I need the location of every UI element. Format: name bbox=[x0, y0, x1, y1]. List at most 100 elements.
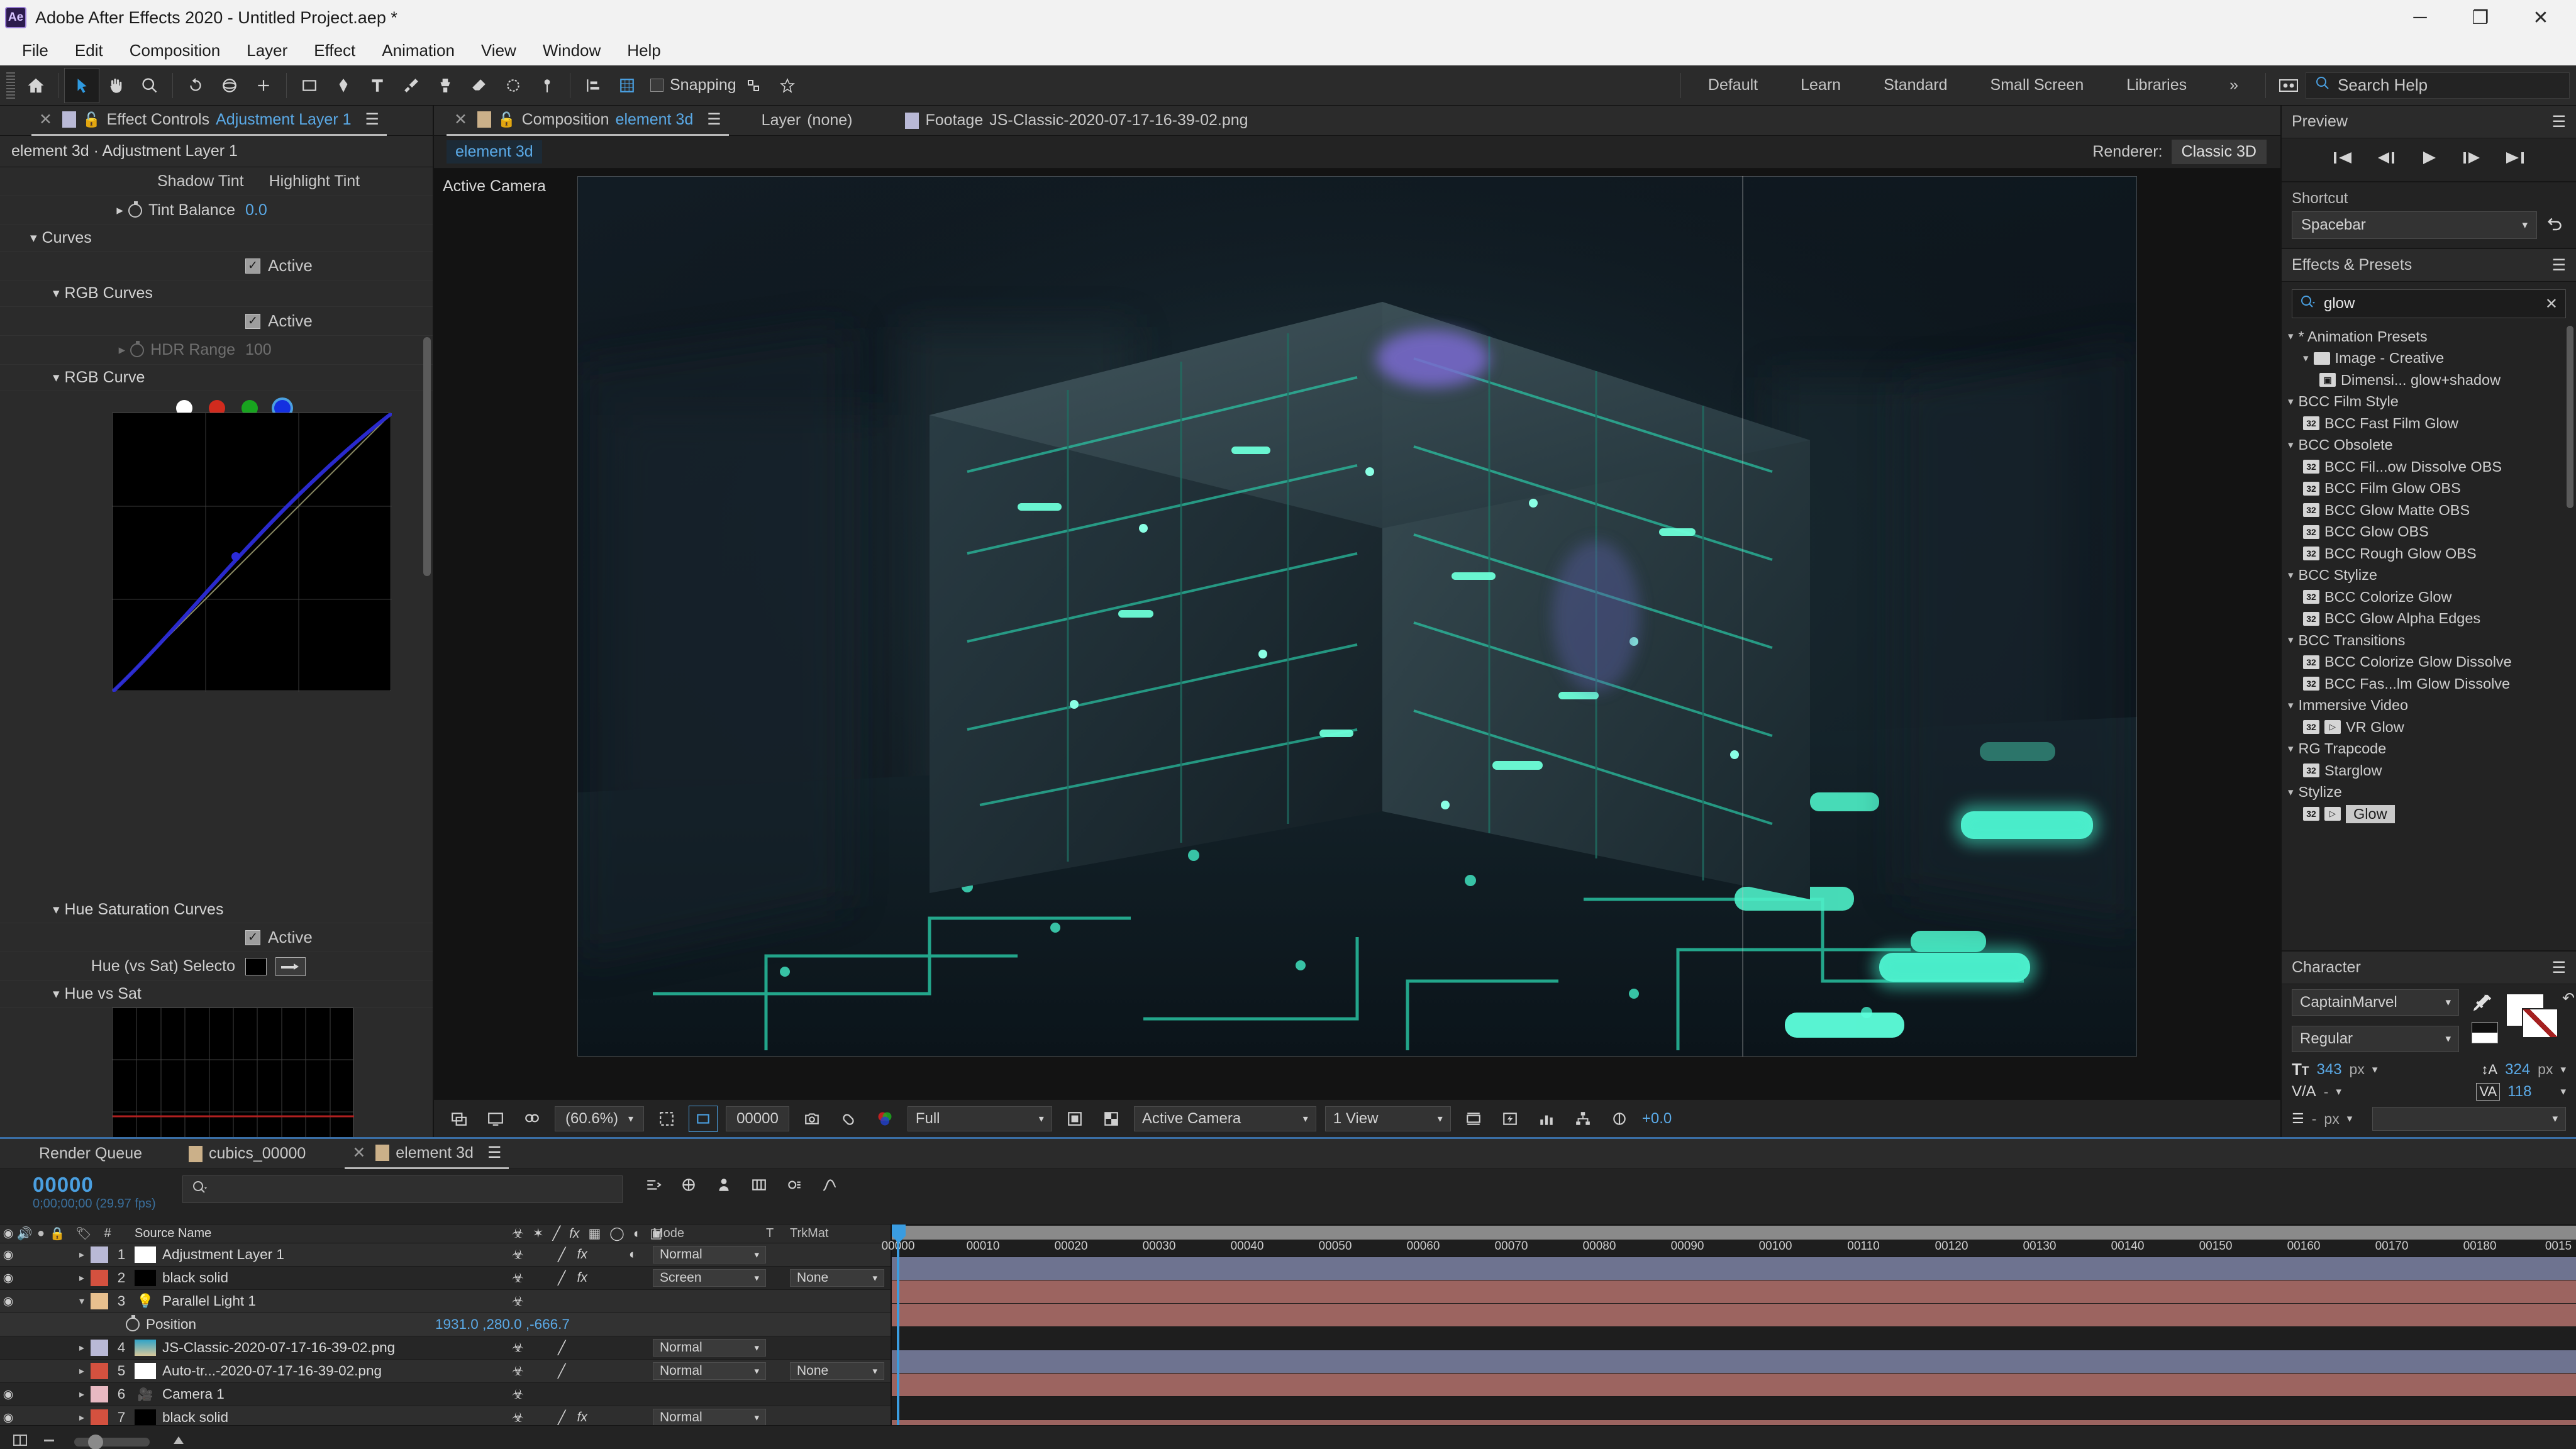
layer-name[interactable]: Adjustment Layer 1 bbox=[162, 1246, 512, 1263]
layer-name[interactable]: Camera 1 bbox=[162, 1386, 512, 1402]
composition-viewport[interactable]: Active Camera bbox=[434, 169, 2280, 1099]
list-item[interactable]: ▾ BCC Obsolete bbox=[2282, 435, 2576, 457]
layer-name[interactable]: JS-Classic-2020-07-17-16-39-02.png bbox=[162, 1340, 512, 1356]
chevron-down-icon-baseline[interactable]: ▾ bbox=[2347, 1113, 2353, 1125]
list-item[interactable]: 32 BCC Fil...ow Dissolve OBS bbox=[2282, 456, 2576, 478]
list-item[interactable]: ▾ RG Trapcode bbox=[2282, 738, 2576, 760]
chevron-down-icon-hue-vs-sat[interactable]: ▾ bbox=[53, 986, 60, 1002]
puppet-pin-tool-icon[interactable] bbox=[530, 69, 564, 103]
disclosure-triangle-icon-hdr[interactable]: ▸ bbox=[119, 342, 126, 358]
timeline-zoom-out-icon[interactable] bbox=[42, 1433, 57, 1449]
reset-shortcut-icon[interactable] bbox=[2546, 214, 2566, 237]
layer-name[interactable]: black solid bbox=[162, 1270, 512, 1286]
group-rgb-curve[interactable]: ▾ RGB Curve bbox=[0, 365, 433, 391]
effects-icon[interactable]: ╱ bbox=[558, 1410, 566, 1426]
toolbar-grip[interactable] bbox=[6, 72, 15, 99]
toggle-transparency-icon[interactable] bbox=[1061, 1106, 1089, 1131]
param-row-hdr-range[interactable]: ▸ HDR Range 100 bbox=[0, 336, 433, 365]
kerning-value[interactable]: - bbox=[2324, 1084, 2329, 1101]
list-item[interactable]: 32 BCC Rough Glow OBS bbox=[2282, 543, 2576, 565]
active-row-curves[interactable]: ✓ Active bbox=[0, 252, 433, 280]
layer-switches[interactable]: ☣ ╱ bbox=[512, 1340, 653, 1356]
play-icon[interactable] bbox=[2418, 150, 2440, 170]
brush-tool-icon[interactable] bbox=[394, 69, 428, 103]
font-style-select[interactable]: Regular ▾ bbox=[2292, 1026, 2459, 1052]
monitor-icon[interactable] bbox=[482, 1106, 509, 1131]
expand-triangle[interactable]: ▸ bbox=[73, 1411, 91, 1424]
baseline-shift-value[interactable]: - bbox=[2312, 1111, 2317, 1128]
parent-icon[interactable]: ☣ bbox=[512, 1340, 524, 1356]
effects-icon[interactable]: ╱ bbox=[558, 1247, 566, 1263]
motion-blur-icon[interactable] bbox=[785, 1177, 804, 1197]
table-row[interactable]: ▸ 4 JS-Classic-2020-07-17-16-39-02.png ☣… bbox=[0, 1336, 891, 1360]
toggle-switches-modes-icon[interactable] bbox=[11, 1433, 29, 1449]
timeline-zoom-slider[interactable] bbox=[74, 1434, 150, 1449]
chevron-down-icon-rgb-curves[interactable]: ▾ bbox=[53, 286, 60, 301]
menu-animation[interactable]: Animation bbox=[369, 35, 468, 65]
stopwatch-icon-hdr[interactable] bbox=[130, 340, 145, 357]
roto-brush-tool-icon[interactable] bbox=[496, 69, 530, 103]
shortcut-select[interactable]: Spacebar ▾ bbox=[2292, 211, 2537, 239]
visibility-toggle[interactable]: ◉ bbox=[0, 1271, 16, 1285]
time-ruler[interactable]: 00000 00010 00020 00030 00040 00050 0006… bbox=[882, 1224, 2576, 1257]
active-row-rgb-curves[interactable]: ✓ Active bbox=[0, 307, 433, 336]
effects-icon[interactable]: ╱ bbox=[558, 1340, 566, 1356]
pixel-aspect-correction-icon[interactable] bbox=[1460, 1106, 1487, 1131]
mask-visibility-icon[interactable] bbox=[518, 1106, 546, 1131]
parent-icon[interactable]: ☣ bbox=[512, 1270, 524, 1286]
chevron-down-icon-tracking[interactable]: ▾ bbox=[2560, 1085, 2566, 1098]
region-of-interest-icon[interactable] bbox=[689, 1105, 718, 1132]
current-time-indicator-line[interactable] bbox=[897, 1224, 899, 1425]
pen-tool-icon[interactable] bbox=[326, 69, 360, 103]
layer-color-swatch[interactable] bbox=[91, 1409, 108, 1425]
fill-color-swatch[interactable] bbox=[2506, 993, 2563, 1038]
reset-exposure-icon[interactable] bbox=[1606, 1106, 1633, 1131]
maximize-button[interactable]: ❐ bbox=[2450, 0, 2511, 35]
fill-stroke-swatch-small[interactable] bbox=[2472, 1022, 2498, 1043]
timeline-search-box[interactable] bbox=[182, 1175, 623, 1203]
menu-view[interactable]: View bbox=[468, 35, 530, 65]
table-row[interactable]: ◉ ▸ 1 Adjustment Layer 1 ☣ ╱ fx ◐ Normal… bbox=[0, 1243, 891, 1267]
layer-name[interactable]: black solid bbox=[162, 1409, 512, 1425]
snap-extra-icon[interactable] bbox=[770, 69, 804, 103]
snapshot-camera-icon[interactable] bbox=[798, 1106, 826, 1131]
layer-mode-cell[interactable]: Normal ▾ bbox=[653, 1409, 766, 1425]
work-area-bar[interactable] bbox=[892, 1226, 2576, 1240]
expand-triangle[interactable]: ▸ bbox=[73, 1272, 91, 1284]
active-row-hue-sat[interactable]: ✓ Active bbox=[0, 923, 433, 952]
list-item[interactable]: 32 BCC Colorize Glow Dissolve bbox=[2282, 652, 2576, 674]
workspace-standard[interactable]: Standard bbox=[1862, 76, 1968, 94]
trkmat-cell[interactable]: None ▾ bbox=[790, 1269, 891, 1287]
timeline-panel-menu-icon[interactable]: ☰ bbox=[487, 1143, 501, 1162]
composition-panel-menu-icon[interactable]: ☰ bbox=[707, 110, 721, 129]
visibility-toggle[interactable]: ◉ bbox=[0, 1411, 16, 1425]
font-family-select[interactable]: CaptainMarvel ▾ bbox=[2292, 989, 2459, 1016]
chevron-down-icon-font-size[interactable]: ▾ bbox=[2372, 1063, 2378, 1076]
layer-color-swatch[interactable] bbox=[91, 1270, 108, 1286]
layer-mode-cell[interactable]: Normal ▾ bbox=[653, 1339, 766, 1357]
position-value[interactable]: 1931.0 ,280.0 ,-666.7 bbox=[435, 1316, 570, 1333]
layer-bar[interactable] bbox=[892, 1374, 2576, 1397]
list-item[interactable]: 32 BCC Glow Matte OBS bbox=[2282, 499, 2576, 521]
fx-icon[interactable]: fx bbox=[577, 1247, 587, 1262]
tab-render-queue[interactable]: Render Queue bbox=[31, 1139, 150, 1169]
prev-frame-icon[interactable] bbox=[2375, 150, 2397, 170]
layer-color-swatch[interactable] bbox=[91, 1386, 108, 1402]
visibility-toggle[interactable]: ◉ bbox=[0, 1294, 16, 1309]
rgb-curves-active-checkbox[interactable]: ✓ bbox=[245, 313, 260, 329]
eraser-tool-icon[interactable] bbox=[462, 69, 496, 103]
hue-sat-active-checkbox[interactable]: ✓ bbox=[245, 930, 260, 945]
zoom-level-select[interactable]: (60.6%) ▾ bbox=[555, 1106, 645, 1131]
workspace-libraries[interactable]: Libraries bbox=[2105, 76, 2208, 94]
workspace-default[interactable]: Default bbox=[1687, 76, 1779, 94]
list-item[interactable]: ▾ Immersive Video bbox=[2282, 695, 2576, 717]
transparency-grid-icon[interactable] bbox=[1097, 1106, 1125, 1131]
list-item[interactable]: ▾ Stylize bbox=[2282, 782, 2576, 804]
layer-mode-cell[interactable]: Screen ▾ bbox=[653, 1269, 766, 1287]
search-help-box[interactable]: Search Help bbox=[2306, 72, 2570, 99]
chevron-down-icon[interactable]: ▾ bbox=[2288, 634, 2294, 647]
composition-lock-icon[interactable]: 🔓 bbox=[497, 111, 516, 128]
grid-options-icon[interactable] bbox=[653, 1106, 680, 1131]
visibility-toggle[interactable]: ◉ bbox=[0, 1248, 16, 1262]
chevron-down-icon[interactable]: ▾ bbox=[2288, 330, 2294, 343]
